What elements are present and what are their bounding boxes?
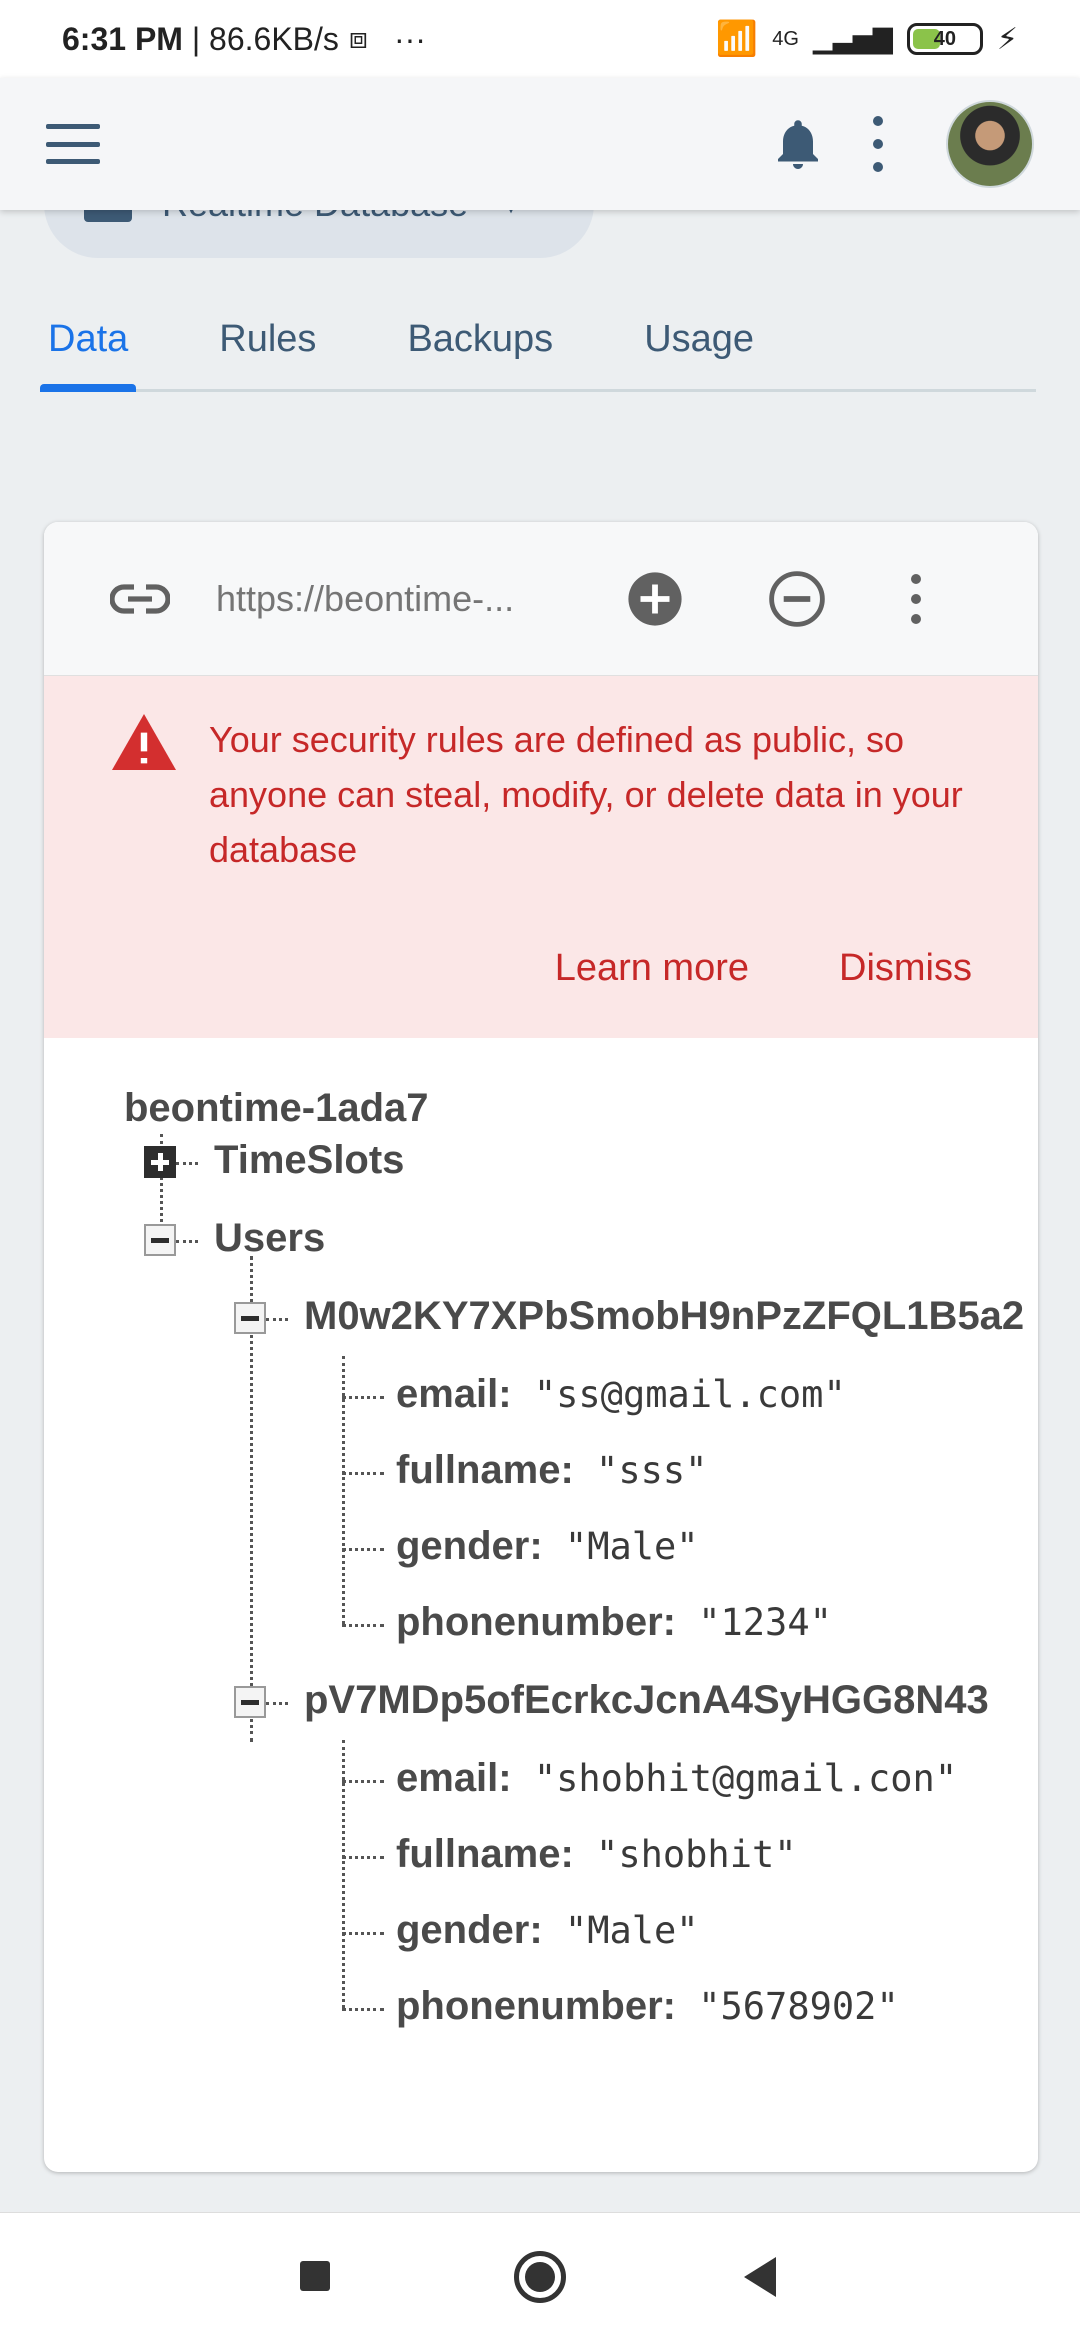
- status-time: 6:31 PM: [62, 20, 183, 57]
- wifi-icon: 📶: [715, 20, 759, 58]
- field-phonenumber[interactable]: phonenumber: "1234": [396, 1600, 832, 1645]
- learn-more-button[interactable]: Learn more: [555, 941, 749, 996]
- network-label: 4G: [772, 27, 799, 50]
- recents-icon[interactable]: [300, 2261, 330, 2291]
- avatar[interactable]: [946, 100, 1034, 188]
- tree-root[interactable]: beontime-1ada7: [124, 1086, 429, 1131]
- tab-bar: Data Rules Backups Usage: [40, 300, 1036, 392]
- notifications-bell-icon[interactable]: [768, 114, 828, 174]
- data-toolbar: https://beontime-...: [44, 522, 1038, 676]
- link-icon[interactable]: [110, 581, 170, 617]
- battery-icon: 40: [906, 23, 983, 55]
- field-fullname[interactable]: fullname: "sss": [396, 1448, 707, 1493]
- tree-node-record[interactable]: pV7MDp5ofEcrkcJcnA4SyHGG8N43: [304, 1678, 989, 1723]
- charging-icon: ⚡: [996, 22, 1018, 56]
- card-more-options-icon[interactable]: [908, 573, 924, 624]
- status-divider: |: [182, 20, 210, 57]
- tree-node-users[interactable]: Users: [214, 1216, 325, 1261]
- add-node-icon[interactable]: [626, 570, 684, 628]
- tab-data[interactable]: Data: [40, 300, 137, 392]
- battery-level: 40: [933, 27, 957, 50]
- app-bar: [0, 78, 1080, 210]
- warning-icon: [112, 714, 176, 770]
- expand-timeslots-icon[interactable]: [144, 1146, 176, 1178]
- data-card: https://beontime-... Your security rules…: [44, 522, 1038, 2172]
- nfc-icon: ⧈: [348, 22, 368, 55]
- field-email[interactable]: email: "shobhit@gmail.con": [396, 1756, 957, 1801]
- dismiss-button[interactable]: Dismiss: [839, 941, 972, 996]
- security-alert: Your security rules are defined as publi…: [44, 676, 1038, 1038]
- database-url[interactable]: https://beontime-...: [216, 578, 546, 620]
- tree-node-record[interactable]: M0w2KY7XPbSmobH9nPzZFQL1B5a2: [304, 1294, 1024, 1339]
- tree-node-timeslots[interactable]: TimeSlots: [214, 1138, 404, 1183]
- status-more: ···: [393, 20, 426, 57]
- field-email[interactable]: email: "ss@gmail.com": [396, 1372, 846, 1417]
- collapse-record-icon[interactable]: [234, 1302, 266, 1334]
- collapse-users-icon[interactable]: [144, 1224, 176, 1256]
- tab-usage[interactable]: Usage: [636, 300, 762, 389]
- home-icon[interactable]: [514, 2251, 566, 2303]
- more-options-icon[interactable]: [868, 116, 888, 172]
- alert-message: Your security rules are defined as publi…: [209, 719, 963, 870]
- field-fullname[interactable]: fullname: "shobhit": [396, 1832, 797, 1877]
- status-speed: 86.6KB/s: [209, 20, 339, 57]
- system-nav-bar: [0, 2212, 1080, 2340]
- remove-node-icon[interactable]: [768, 570, 826, 628]
- status-bar: 6:31 PM | 86.6KB/s ⧈ ··· 📶 4G ▁▃▅▇ 40 ⚡: [0, 0, 1080, 78]
- tab-backups[interactable]: Backups: [399, 300, 561, 389]
- collapse-record-icon[interactable]: [234, 1686, 266, 1718]
- field-phonenumber[interactable]: phonenumber: "5678902": [396, 1984, 899, 2029]
- field-gender[interactable]: gender: "Male": [396, 1908, 699, 1953]
- tab-rules[interactable]: Rules: [211, 300, 324, 389]
- hamburger-menu-icon[interactable]: [46, 124, 100, 164]
- signal-icon: ▁▃▅▇: [812, 23, 893, 54]
- field-gender[interactable]: gender: "Male": [396, 1524, 699, 1569]
- back-icon[interactable]: [744, 2257, 776, 2297]
